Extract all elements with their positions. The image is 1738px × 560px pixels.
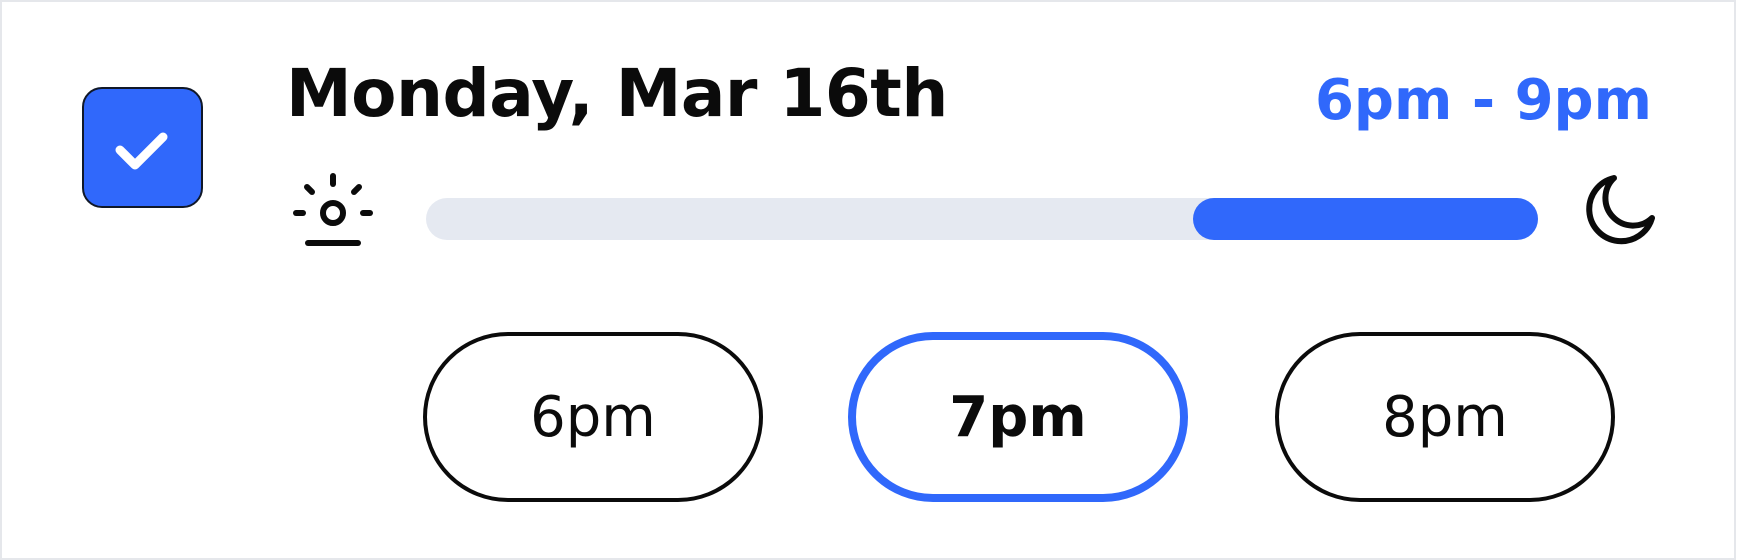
time-option-label: 8pm [1382, 384, 1508, 450]
date-title: Monday, Mar 16th [286, 55, 948, 132]
time-option-6pm[interactable]: 6pm [423, 332, 763, 502]
time-option-7pm[interactable]: 7pm [848, 332, 1188, 502]
time-option-8pm[interactable]: 8pm [1275, 332, 1615, 502]
moon-icon [1586, 175, 1655, 245]
slot-checkbox[interactable] [82, 87, 203, 208]
checkmark-icon [115, 132, 168, 170]
time-option-label: 7pm [949, 384, 1087, 450]
time-slot-card: Monday, Mar 16th 6pm - 9pm 6pm 7pm 8pm [0, 0, 1736, 560]
sunrise-icon [293, 173, 373, 246]
time-option-label: 6pm [530, 384, 656, 450]
day-timeline-track[interactable] [426, 198, 1538, 240]
time-range-label: 6pm - 9pm [1314, 68, 1652, 133]
selected-range-bar[interactable] [1193, 198, 1538, 240]
